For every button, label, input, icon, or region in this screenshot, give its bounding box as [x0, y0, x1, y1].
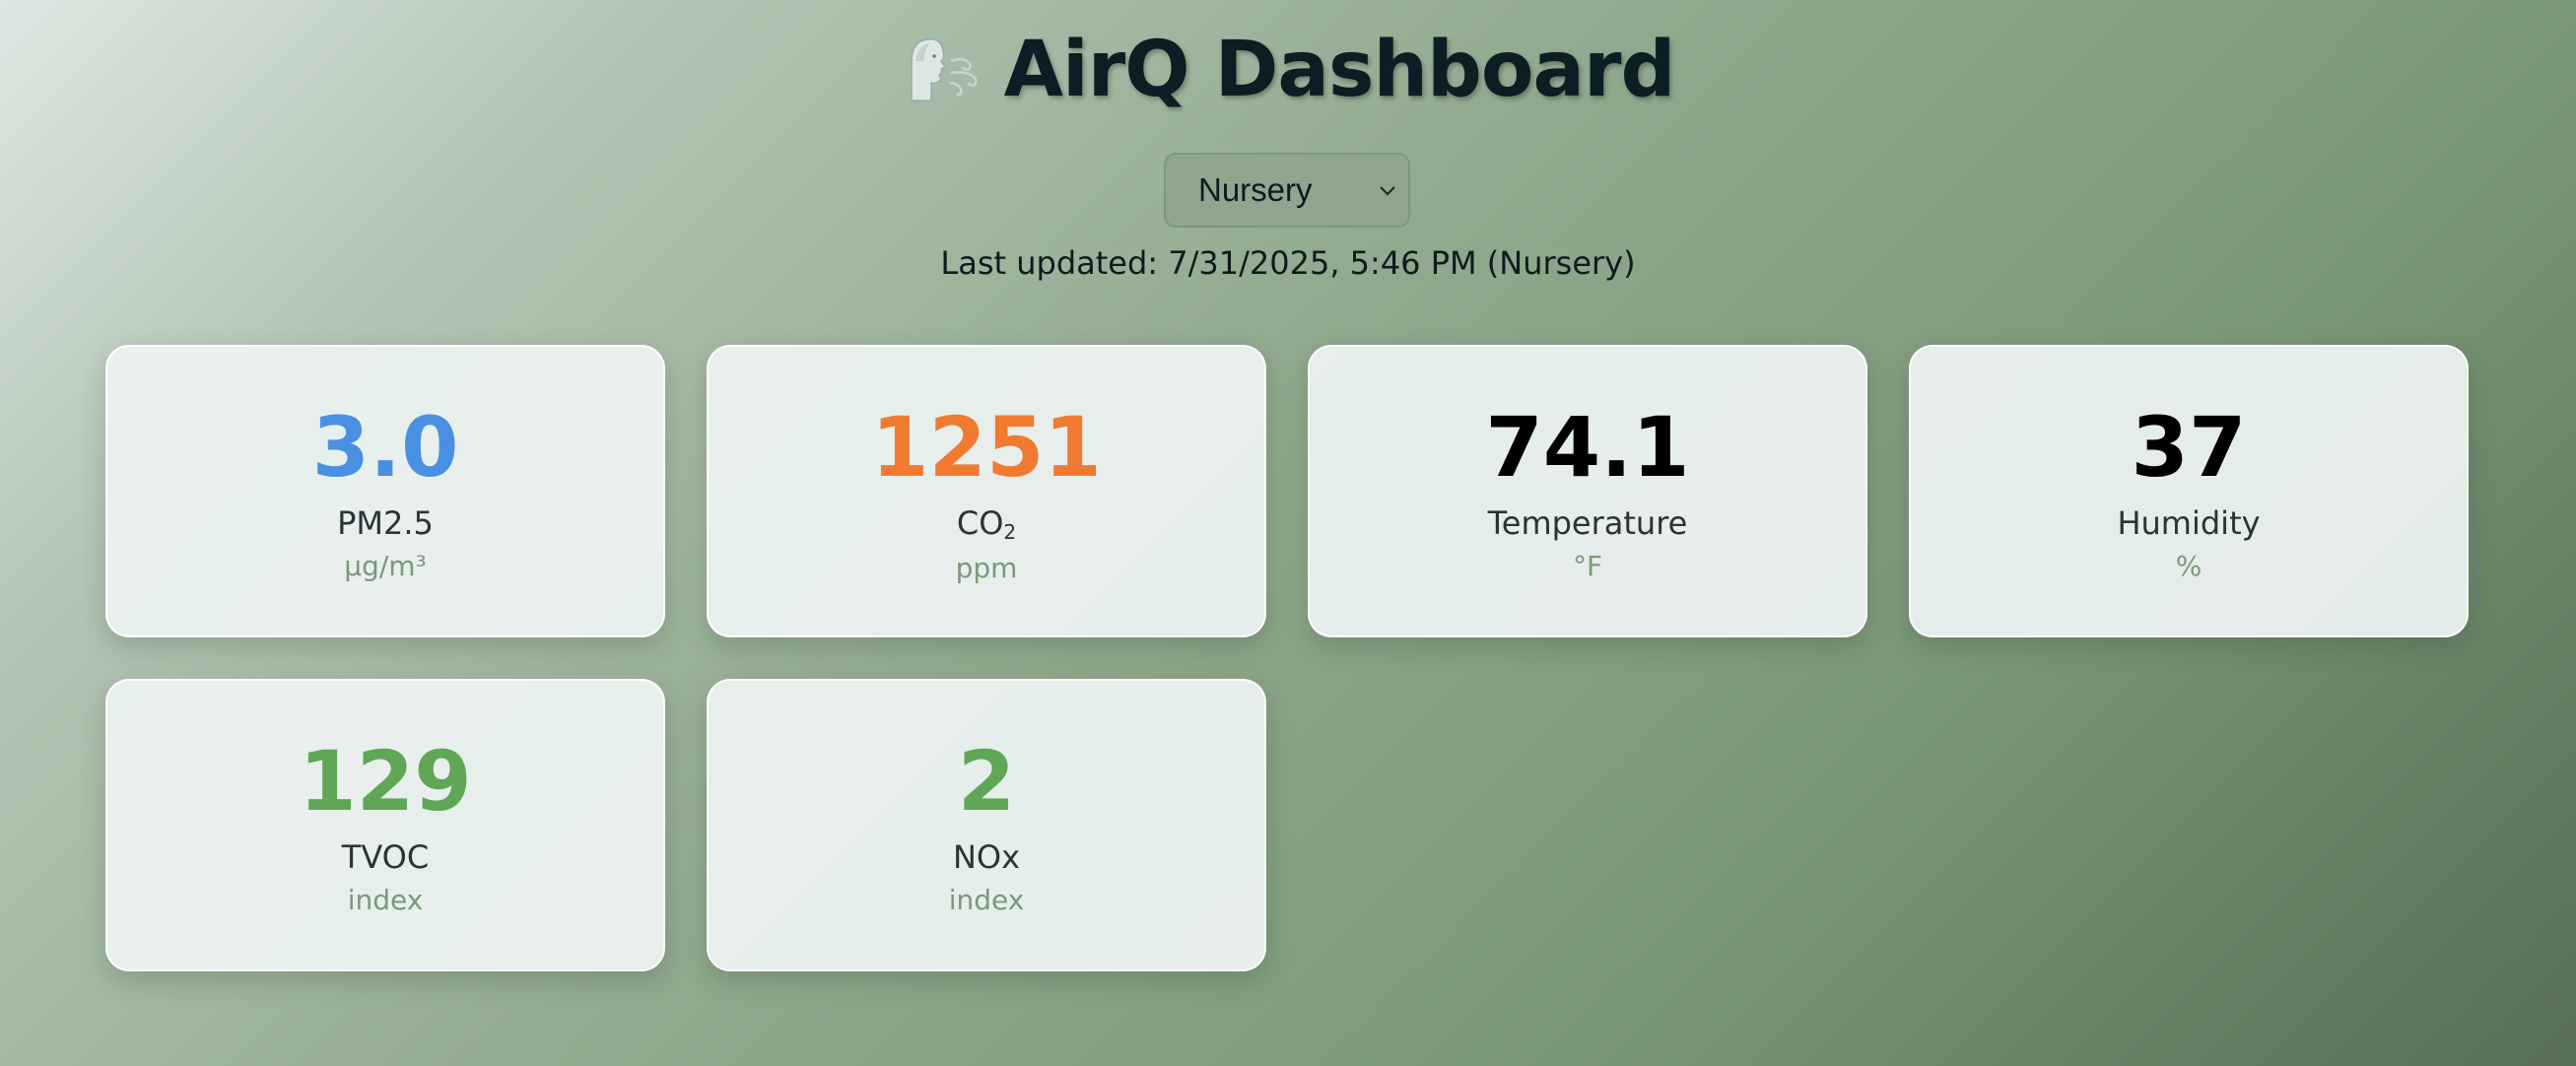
metric-value: 2	[957, 733, 1016, 830]
metric-value: 3.0	[311, 399, 459, 496]
pm25-card: 3.0 PM2.5 µg/m³	[105, 345, 665, 637]
last-updated-text: Last updated: 7/31/2025, 5:46 PM (Nurser…	[940, 244, 1636, 282]
page-title: AirQ Dashboard	[1003, 26, 1676, 114]
metric-label: PM2.5	[337, 504, 434, 542]
metric-label-main: CO	[956, 504, 1004, 542]
metrics-grid: 3.0 PM2.5 µg/m³ 1251 CO2 ppm 74.1 Temper…	[105, 345, 2471, 971]
temperature-card: 74.1 Temperature °F	[1308, 345, 1867, 637]
metric-unit: ppm	[955, 552, 1018, 584]
metric-label-subscript: 2	[1003, 520, 1017, 544]
humidity-card: 37 Humidity %	[1909, 345, 2469, 637]
metric-unit: index	[948, 884, 1025, 917]
tvoc-card: 129 TVOC index	[105, 679, 665, 971]
metric-unit: µg/m³	[344, 550, 427, 583]
header: AirQ Dashboard	[0, 30, 2576, 108]
metric-unit: index	[347, 884, 424, 917]
metric-unit: %	[2175, 550, 2203, 583]
metric-value: 74.1	[1485, 399, 1690, 496]
metric-label: NOx	[952, 838, 1021, 876]
chevron-down-icon	[1380, 186, 1395, 196]
metric-value: 1251	[871, 399, 1102, 496]
metric-unit: °F	[1572, 550, 1603, 583]
metric-label: CO2	[957, 504, 1016, 544]
nox-card: 2 NOx index	[707, 679, 1266, 971]
location-select[interactable]: Nursery	[1164, 153, 1410, 228]
wind-face-icon	[910, 38, 978, 101]
metric-label: Humidity	[2117, 504, 2261, 542]
metric-label: TVOC	[341, 838, 430, 876]
metric-value: 129	[299, 733, 472, 830]
location-select-value: Nursery	[1198, 171, 1313, 208]
metric-label: Temperature	[1487, 504, 1688, 542]
metric-value: 37	[2131, 399, 2247, 496]
co2-card: 1251 CO2 ppm	[707, 345, 1266, 637]
